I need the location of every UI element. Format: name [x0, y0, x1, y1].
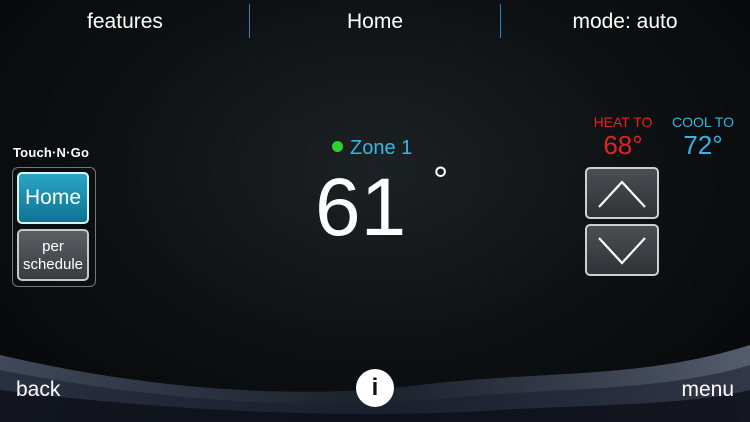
mode-button[interactable]: mode: auto — [500, 0, 750, 44]
back-button[interactable]: back — [16, 378, 60, 402]
zone-name[interactable]: Zone 1 — [332, 137, 412, 160]
cool-setpoint[interactable]: 72° — [668, 130, 738, 161]
top-bar: features Home mode: auto — [0, 0, 750, 46]
temperature-down-button[interactable] — [585, 224, 659, 276]
per-schedule-button[interactable]: per schedule — [17, 229, 89, 281]
degree-symbol: ° — [433, 160, 449, 202]
current-temperature: 61 — [315, 162, 407, 253]
page-title: Home — [346, 10, 404, 33]
cool-to-label: COOL TO — [672, 114, 734, 130]
heat-setpoint[interactable]: 68° — [592, 130, 654, 161]
menu-button[interactable]: menu — [681, 378, 734, 402]
zone-label: Zone 1 — [350, 137, 413, 159]
zone-status-dot — [332, 141, 343, 152]
temperature-up-button[interactable] — [585, 167, 659, 219]
touch-n-go-panel: Home per schedule — [12, 167, 96, 287]
features-button[interactable]: features — [0, 0, 250, 44]
heat-to-label: HEAT TO — [593, 114, 653, 130]
home-activity-button[interactable]: Home — [17, 172, 89, 224]
info-icon[interactable]: i — [356, 369, 394, 407]
touch-n-go-label: Touch·N·Go — [13, 145, 90, 160]
chevron-down-icon — [598, 237, 646, 265]
chevron-up-icon — [598, 180, 646, 208]
